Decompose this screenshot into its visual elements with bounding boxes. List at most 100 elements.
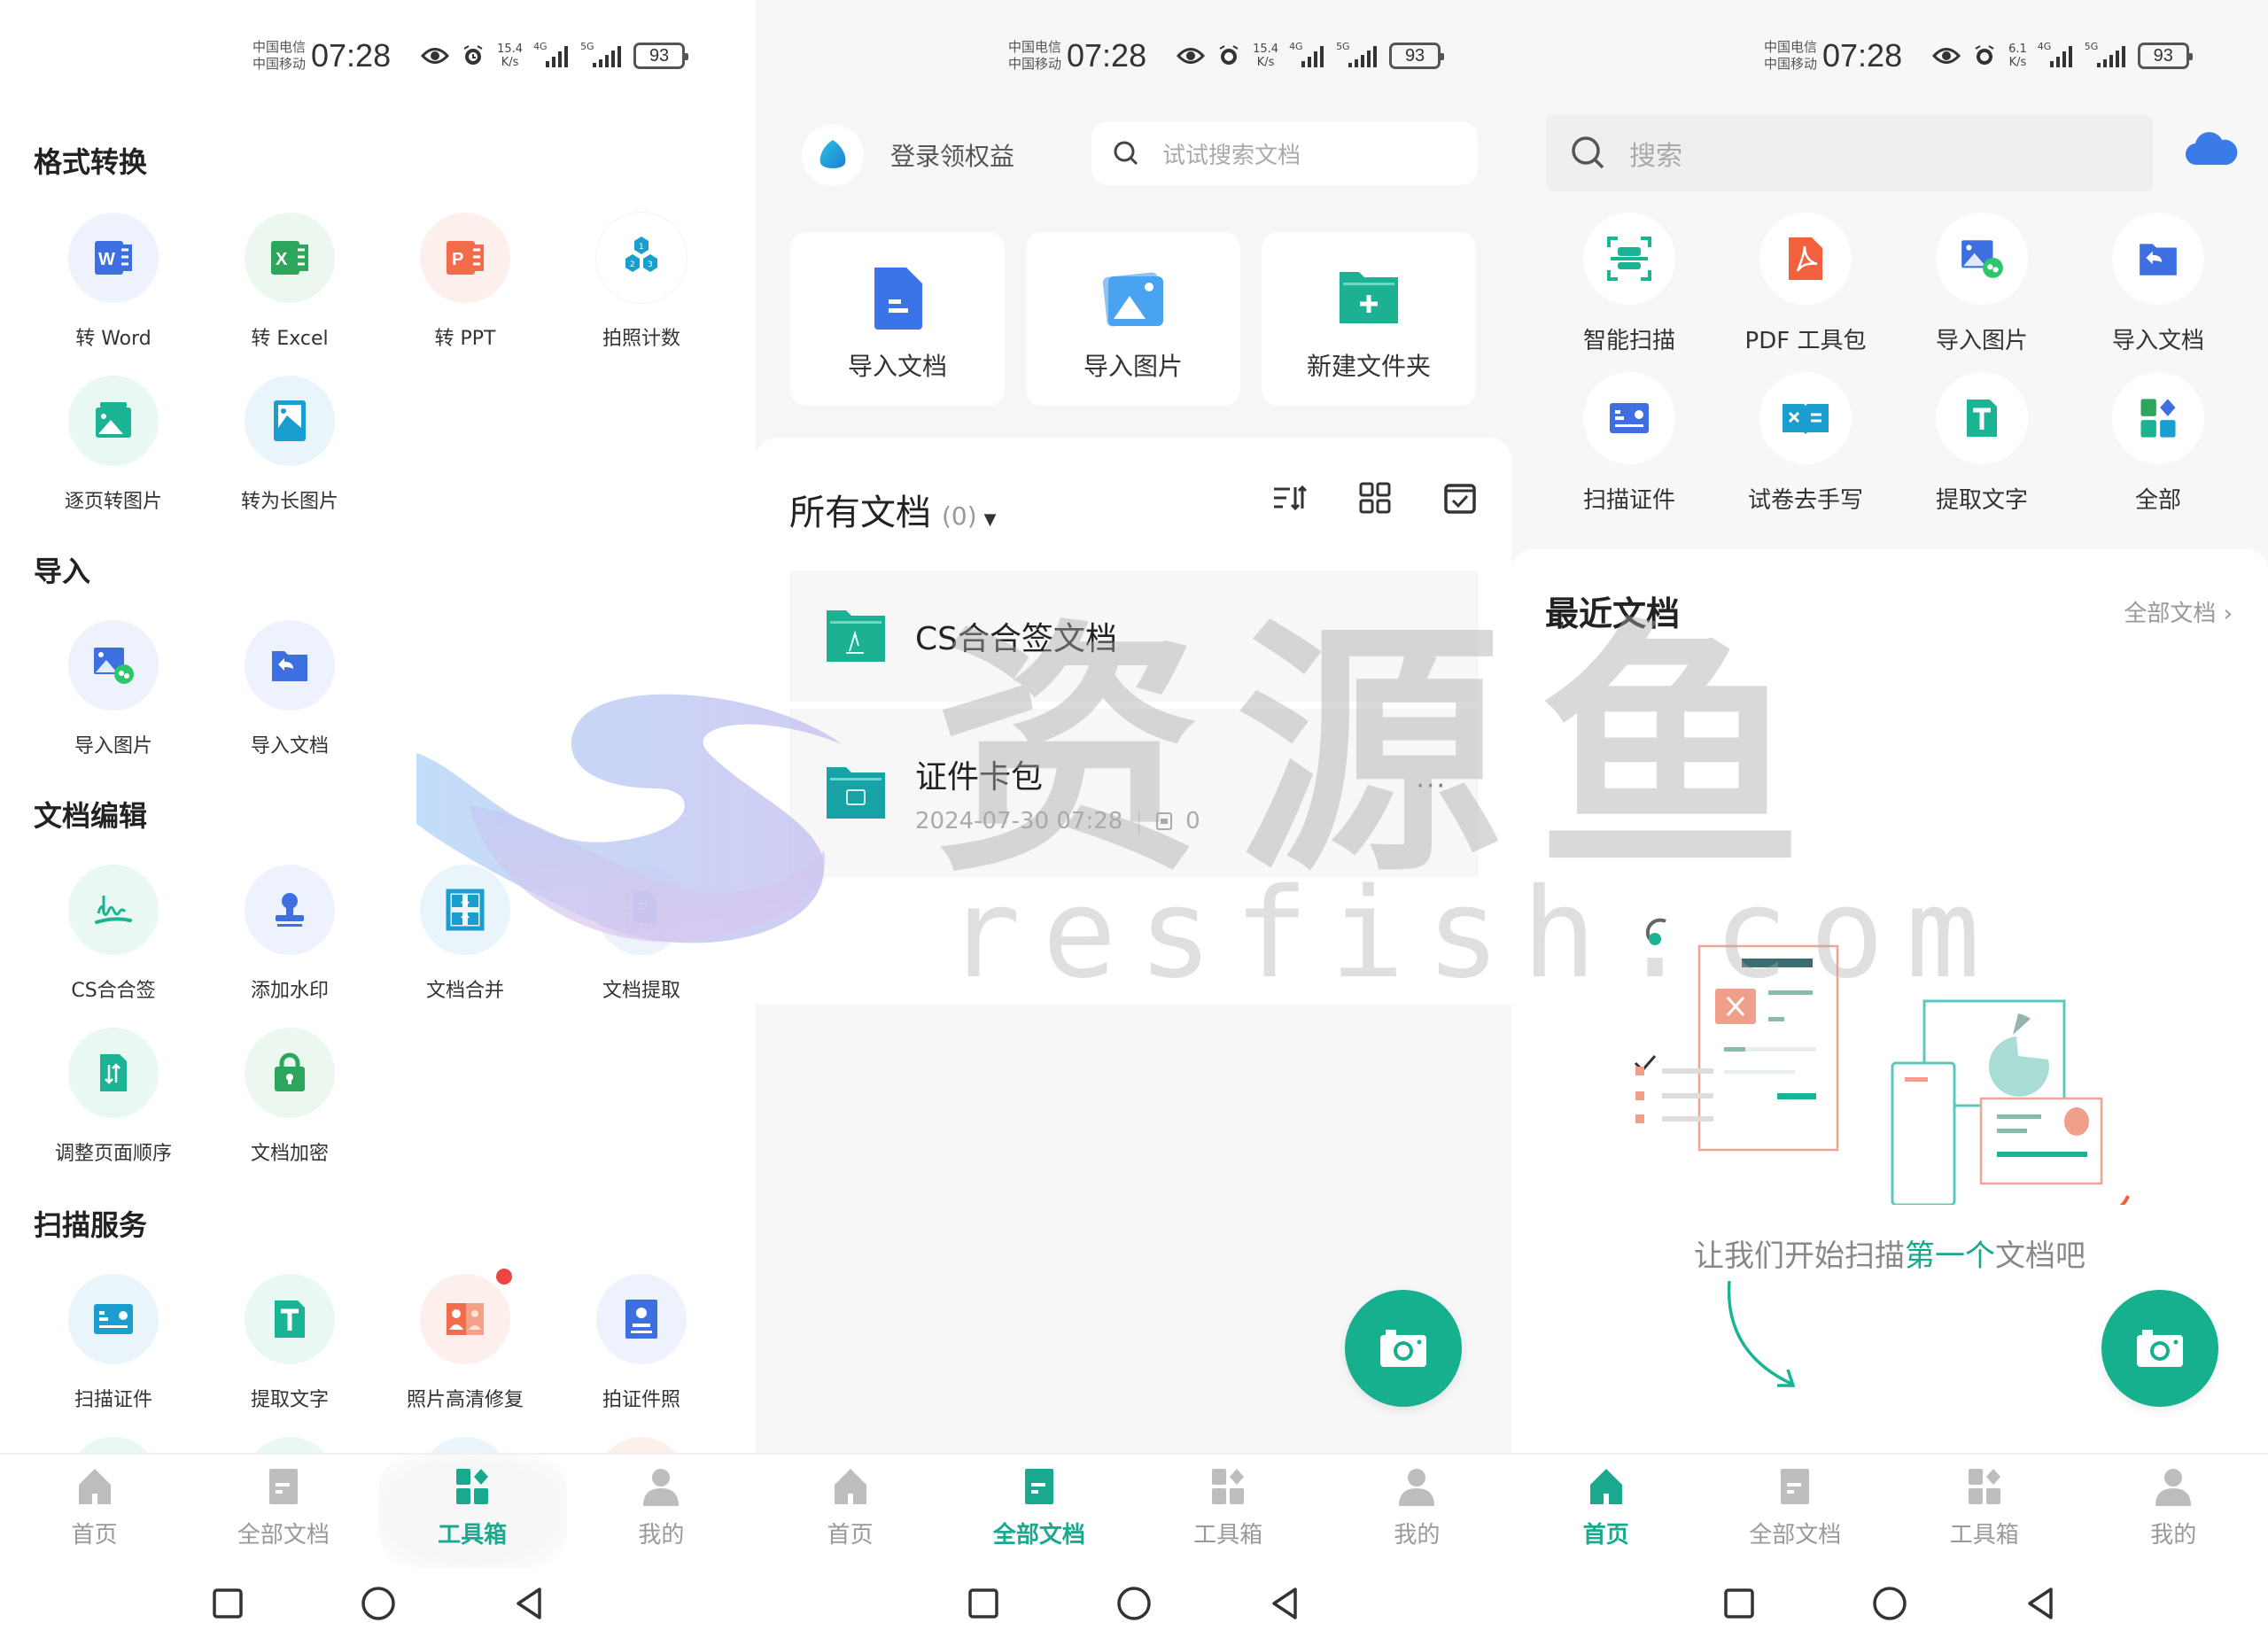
folder-row-id-wallet[interactable]: 证件卡包 2024-07-30 07:28 | 0 ···: [789, 709, 1479, 877]
quick-import-document-button[interactable]: 导入文档: [790, 232, 1005, 406]
tool-to-ppt[interactable]: P 转 PPT: [381, 213, 549, 351]
signal-5g-icon: 5G: [580, 41, 622, 67]
tool-import-document[interactable]: 导入文档: [206, 620, 374, 758]
square-icon: [1724, 1588, 1754, 1619]
documents-filter-dropdown[interactable]: 所有文档 (0) ▼: [789, 484, 997, 535]
tool-add-watermark[interactable]: 添加水印: [206, 865, 374, 1003]
watermark-stamp-icon: [245, 865, 335, 955]
tool-extract-text[interactable]: 提取文字: [206, 1274, 374, 1412]
back-system-button[interactable]: [511, 1586, 547, 1621]
section-title-scan-services: 扫描服务: [34, 1208, 148, 1242]
tool-id-photo[interactable]: 拍证件照: [557, 1274, 726, 1412]
view-all-documents-link[interactable]: 全部文档 ›: [2124, 595, 2233, 628]
folder-more-button[interactable]: ···: [1416, 771, 1447, 802]
grid-view-button[interactable]: [1355, 478, 1394, 517]
tool-import-document[interactable]: 导入文档: [2070, 213, 2247, 355]
nav-profile[interactable]: 我的: [567, 1455, 756, 1568]
tool-label: 扫描证件: [1582, 487, 1675, 514]
nav-all-documents[interactable]: 全部文档: [1701, 1455, 1891, 1568]
id-folder-icon: [827, 767, 885, 819]
documents-toolbar: [1270, 478, 1480, 517]
signal-4g-label: 4G: [533, 41, 548, 52]
checkbox-select-icon: [1444, 484, 1476, 514]
svg-text:X: X: [276, 250, 288, 269]
alarm-icon: [462, 44, 485, 67]
search-documents-input[interactable]: 试试搜索文档: [1091, 121, 1478, 185]
nav-toolbox[interactable]: 工具箱: [1134, 1455, 1323, 1568]
tool-pages-to-image[interactable]: 逐页转图片: [29, 376, 198, 514]
back-system-button[interactable]: [2023, 1586, 2058, 1621]
tool-extract-document[interactable]: 文档提取: [557, 865, 726, 1003]
home-system-button[interactable]: [361, 1586, 396, 1621]
folder-row-cs-sign[interactable]: CS合合签文档: [789, 571, 1479, 702]
back-system-button[interactable]: [1267, 1586, 1302, 1621]
folder-date: 2024-07-30 07:28: [915, 808, 1123, 835]
login-benefits-button[interactable]: 登录领权益: [802, 121, 1014, 189]
nav-all-documents[interactable]: 全部文档: [944, 1455, 1133, 1568]
profile-icon: [2155, 1469, 2192, 1506]
meta-divider: |: [1135, 808, 1144, 835]
tool-extract-text[interactable]: 提取文字: [1893, 372, 2070, 515]
quick-action-label: 导入图片: [1083, 352, 1183, 381]
tool-import-image[interactable]: 导入图片: [29, 620, 198, 758]
tool-photo-count[interactable]: 12 3 拍照计数: [557, 213, 726, 351]
home-system-button[interactable]: [1872, 1586, 1907, 1621]
tool-remove-handwriting[interactable]: 试卷去手写: [1717, 372, 1894, 515]
net-speed-value: 15.4: [1253, 43, 1279, 56]
excel-icon: X: [245, 213, 335, 303]
system-nav-bar: [0, 1568, 756, 1638]
camera-scan-fab[interactable]: [2101, 1290, 2218, 1407]
new-folder-button[interactable]: 新建文件夹: [1262, 232, 1476, 406]
tool-to-excel[interactable]: X 转 Excel: [206, 213, 374, 351]
nav-toolbox[interactable]: 工具箱: [1890, 1455, 2079, 1568]
new-badge-dot: [496, 1269, 512, 1285]
nav-home[interactable]: 首页: [0, 1455, 189, 1568]
svg-text:P: P: [452, 250, 463, 269]
tool-scan-id[interactable]: 扫描证件: [29, 1274, 198, 1412]
nav-profile[interactable]: 我的: [2079, 1455, 2268, 1568]
home-system-button[interactable]: [1116, 1586, 1152, 1621]
tool-cs-sign[interactable]: CS合合签: [29, 865, 198, 1003]
tool-encrypt-document[interactable]: 文档加密: [206, 1028, 374, 1166]
tool-import-image[interactable]: 导入图片: [1893, 213, 2070, 355]
battery-indicator: 93: [633, 43, 689, 69]
tool-label: 照片高清修复: [406, 1389, 524, 1411]
tool-merge-document[interactable]: 文档合并: [381, 865, 549, 1003]
multi-select-button[interactable]: [1441, 478, 1480, 517]
cloud-drop-icon: [802, 124, 864, 186]
nav-all-documents[interactable]: 全部文档: [189, 1455, 377, 1568]
reorder-pages-icon: [68, 1028, 159, 1118]
cloud-sync-button[interactable]: [2185, 129, 2238, 174]
signal-5g-icon: 5G: [2085, 41, 2125, 67]
nav-label: 工具箱: [438, 1522, 508, 1549]
recent-apps-button[interactable]: [966, 1586, 1001, 1621]
nav-home[interactable]: 首页: [756, 1455, 944, 1568]
tool-to-word[interactable]: W 转 Word: [29, 213, 198, 351]
view-all-label: 全部文档: [2124, 601, 2217, 627]
nav-home[interactable]: 首页: [1511, 1455, 1701, 1568]
tool-scan-id[interactable]: 扫描证件: [1541, 372, 1718, 515]
tool-label: 文档合并: [425, 980, 504, 1002]
caret-down-icon: ▼: [983, 510, 997, 529]
tool-label: 转 PPT: [434, 328, 496, 350]
tool-photo-restore[interactable]: 照片高清修复: [381, 1269, 549, 1412]
extract-text-icon: [1936, 372, 2028, 464]
tool-long-image[interactable]: 转为长图片: [206, 376, 374, 514]
smart-scan-icon: [1583, 213, 1675, 305]
folder-name: 证件卡包: [915, 759, 1044, 796]
toolbox-screen: 中国电信 中国移动 07:28 15.4 K/s 4G 5G 93 格式转换 W…: [0, 0, 756, 1638]
search-icon: [1572, 136, 1604, 169]
recent-apps-button[interactable]: [210, 1586, 245, 1621]
tool-pdf-toolkit[interactable]: PDF 工具包: [1717, 213, 1894, 355]
nav-toolbox[interactable]: 工具箱: [377, 1455, 567, 1568]
tool-reorder-pages[interactable]: 调整页面顺序: [29, 1028, 198, 1166]
pdf-toolkit-icon: [1759, 213, 1852, 305]
recent-apps-button[interactable]: [1721, 1586, 1757, 1621]
tool-smart-scan[interactable]: 智能扫描: [1541, 213, 1718, 355]
quick-import-image-button[interactable]: 导入图片: [1026, 232, 1240, 406]
tool-all[interactable]: 全部: [2070, 372, 2247, 515]
home-search-input[interactable]: 搜索: [1546, 115, 2153, 191]
sort-button[interactable]: [1270, 478, 1309, 517]
camera-scan-fab[interactable]: [1345, 1290, 1462, 1407]
nav-profile[interactable]: 我的: [1323, 1455, 1511, 1568]
